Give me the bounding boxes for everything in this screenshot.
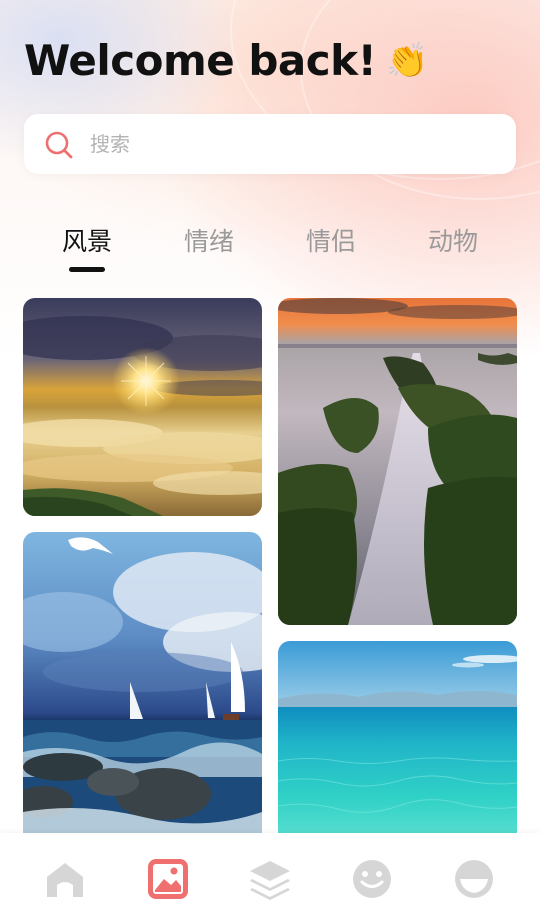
layers-icon[interactable] <box>248 857 292 901</box>
tab-animal[interactable]: 动物 <box>403 222 503 258</box>
smiley-icon[interactable] <box>350 857 394 901</box>
gallery-card-mossy-rocks[interactable] <box>278 298 517 625</box>
tab-landscape[interactable]: 风景 <box>37 222 137 258</box>
category-tabs: 风景 情绪 情侣 动物 <box>0 222 540 278</box>
face-icon[interactable] <box>452 857 496 901</box>
search-input[interactable] <box>90 128 490 160</box>
search-bar[interactable] <box>24 114 516 174</box>
sailboats-image <box>23 532 262 833</box>
sunset-clouds-image <box>23 298 262 516</box>
clapping-hands-icon: 👏 <box>386 41 429 81</box>
turquoise-sea-image <box>278 641 517 833</box>
gallery-card-sailboats[interactable] <box>23 532 262 833</box>
image-icon[interactable] <box>146 857 190 901</box>
mossy-rocks-image <box>278 298 517 625</box>
gallery-card-sunset-clouds[interactable] <box>23 298 262 516</box>
active-tab-indicator <box>69 267 105 272</box>
bottom-navigation <box>0 833 540 924</box>
tab-mood[interactable]: 情绪 <box>159 222 259 258</box>
home-icon[interactable] <box>43 857 87 901</box>
welcome-text: Welcome back! <box>24 36 377 85</box>
page-title: Welcome back! 👏 <box>24 36 429 85</box>
tab-couple[interactable]: 情侣 <box>281 222 381 258</box>
gallery-card-turquoise-sea[interactable] <box>278 641 517 833</box>
search-icon <box>45 131 73 159</box>
